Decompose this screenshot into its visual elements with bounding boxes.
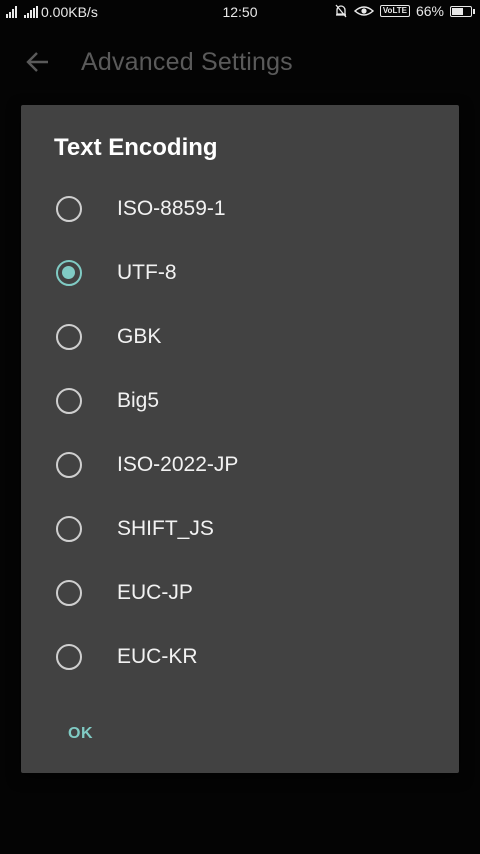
ok-button[interactable]: OK xyxy=(55,719,106,749)
encoding-option-row[interactable]: GBK xyxy=(21,305,459,369)
battery-percent: 66% xyxy=(415,3,444,19)
dialog-title: Text Encoding xyxy=(54,134,218,161)
arrow-back-icon[interactable] xyxy=(24,48,52,76)
encoding-option-label: EUC-KR xyxy=(117,645,198,668)
encoding-option-row[interactable]: Big5 xyxy=(21,369,459,433)
radio-checked-icon[interactable] xyxy=(56,260,82,286)
encoding-option-row[interactable]: ISO-8859-1 xyxy=(21,177,459,241)
encoding-option-label: GBK xyxy=(117,325,162,348)
radio-unchecked-icon[interactable] xyxy=(56,452,82,478)
encoding-option-row[interactable]: SHIFT_JS xyxy=(21,497,459,561)
encoding-option-label: ISO-8859-1 xyxy=(117,197,226,220)
encoding-option-label: SHIFT_JS xyxy=(117,517,214,540)
status-bar: 0.00KB/s 12:50 VoLTE 66% xyxy=(0,0,480,24)
encoding-option-label: EUC-JP xyxy=(117,581,193,604)
encoding-option-label: Big5 xyxy=(117,389,160,412)
radio-unchecked-icon[interactable] xyxy=(56,324,82,350)
battery-icon xyxy=(450,5,475,17)
screen: 0.00KB/s 12:50 VoLTE 66% Advanced Settin… xyxy=(0,0,480,854)
radio-unchecked-icon[interactable] xyxy=(56,644,82,670)
app-bar: Advanced Settings xyxy=(0,24,480,102)
eye-icon xyxy=(353,6,374,16)
radio-unchecked-icon[interactable] xyxy=(56,580,82,606)
encoding-option-label: UTF-8 xyxy=(117,261,177,284)
encoding-option-row[interactable]: EUC-JP xyxy=(21,561,459,625)
encoding-option-row[interactable]: UTF-8 xyxy=(21,241,459,305)
battery-fill xyxy=(452,7,463,15)
radio-unchecked-icon[interactable] xyxy=(56,388,82,414)
encoding-option-label: ISO-2022-JP xyxy=(117,453,239,476)
text-encoding-dialog: Text Encoding ISO-8859-1 UTF-8 GBK Big5 ISO-… xyxy=(21,105,459,773)
radio-unchecked-icon[interactable] xyxy=(56,516,82,542)
page-title: Advanced Settings xyxy=(81,48,293,76)
encoding-option-row[interactable]: EUC-KR xyxy=(21,625,459,689)
bell-off-icon xyxy=(335,4,347,18)
status-right: VoLTE 66% xyxy=(334,3,475,19)
radio-unchecked-icon[interactable] xyxy=(56,196,82,222)
volte-badge: VoLTE xyxy=(379,5,410,17)
encoding-option-row[interactable]: ISO-2022-JP xyxy=(21,433,459,497)
